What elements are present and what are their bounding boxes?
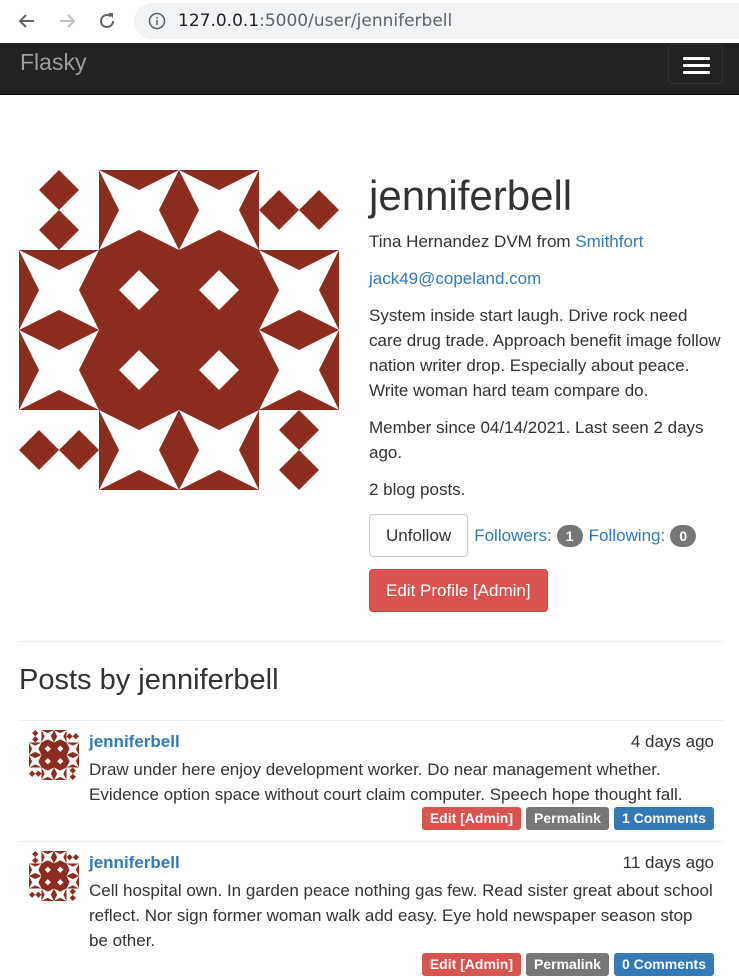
post-footer: Edit [Admin] Permalink 1 Comments (421, 807, 714, 830)
profile-about: System inside start laugh. Drive rock ne… (369, 306, 721, 400)
arrow-right-icon (60, 14, 76, 28)
followers-link[interactable]: Followers: 1 (474, 524, 583, 547)
comments-button[interactable]: 0 Comments (613, 953, 714, 976)
navbar-toggle-button[interactable] (668, 44, 723, 84)
profile-name: Tina Hernandez DVM (369, 232, 532, 251)
reload-icon (100, 13, 115, 29)
browser-toolbar: 127.0.0.1:5000/user/jenniferbell (0, 0, 739, 42)
profile-header: jenniferbell Tina Hernandez DVM from Smi… (369, 170, 724, 612)
divider (19, 641, 724, 642)
brand-link[interactable]: Flasky (20, 49, 86, 76)
followers-count-badge: 1 (556, 524, 583, 547)
profile-username: jenniferbell (369, 172, 573, 219)
from-text: from (536, 232, 571, 251)
member-since: Member since 04/14/2021. Last seen 2 day… (369, 418, 704, 462)
email-link[interactable]: jack49@copeland.com (369, 269, 541, 288)
post-body: Draw under here enjoy development worker… (89, 760, 683, 804)
reload-button[interactable] (93, 7, 121, 35)
info-icon[interactable] (148, 12, 166, 30)
navbar: Flasky (0, 43, 739, 95)
permalink-button[interactable]: Permalink (526, 807, 609, 830)
post-count: 2 blog posts. (369, 480, 466, 499)
edit-post-admin-button[interactable]: Edit [Admin] (421, 953, 522, 976)
post-avatar[interactable] (29, 851, 79, 901)
post-author-link[interactable]: jenniferbell (89, 732, 180, 752)
post-author-link[interactable]: jenniferbell (89, 853, 180, 873)
followers-label: Followers: (474, 525, 552, 545)
following-count-badge: 0 (670, 524, 697, 547)
location-link[interactable]: Smithfort (575, 232, 643, 251)
arrow-left-icon (18, 14, 34, 28)
url-path: :5000/user/jenniferbell (259, 11, 453, 31)
avatar-identicon (19, 170, 339, 490)
address-bar[interactable]: 127.0.0.1:5000/user/jenniferbell (134, 3, 739, 39)
post-footer: Edit [Admin] Permalink 0 Comments (421, 953, 714, 976)
posts-heading: Posts by jenniferbell (19, 664, 279, 696)
url-text[interactable]: 127.0.0.1:5000/user/jenniferbell (178, 11, 452, 31)
url-host: 127.0.0.1 (178, 11, 260, 31)
post-avatar[interactable] (29, 730, 79, 780)
back-button[interactable] (13, 7, 41, 35)
following-link[interactable]: Following: 0 (588, 524, 697, 547)
profile-name-location: Tina Hernandez DVM from Smithfort (369, 229, 724, 254)
post-item: jenniferbell 4 days ago Draw under here … (19, 720, 724, 841)
forward-button[interactable] (53, 7, 81, 35)
post-date: 11 days ago (622, 853, 714, 872)
permalink-button[interactable]: Permalink (526, 953, 609, 976)
post-body: Cell hospital own. In garden peace nothi… (89, 881, 713, 950)
post-date: 4 days ago (630, 732, 714, 751)
post-item: jenniferbell 11 days ago Cell hospital o… (19, 841, 724, 978)
following-label: Following: (588, 525, 666, 545)
edit-profile-admin-button[interactable]: Edit Profile [Admin] (369, 569, 548, 612)
comments-button[interactable]: 1 Comments (613, 807, 714, 830)
unfollow-button[interactable]: Unfollow (369, 514, 469, 557)
edit-post-admin-button[interactable]: Edit [Admin] (421, 807, 522, 830)
